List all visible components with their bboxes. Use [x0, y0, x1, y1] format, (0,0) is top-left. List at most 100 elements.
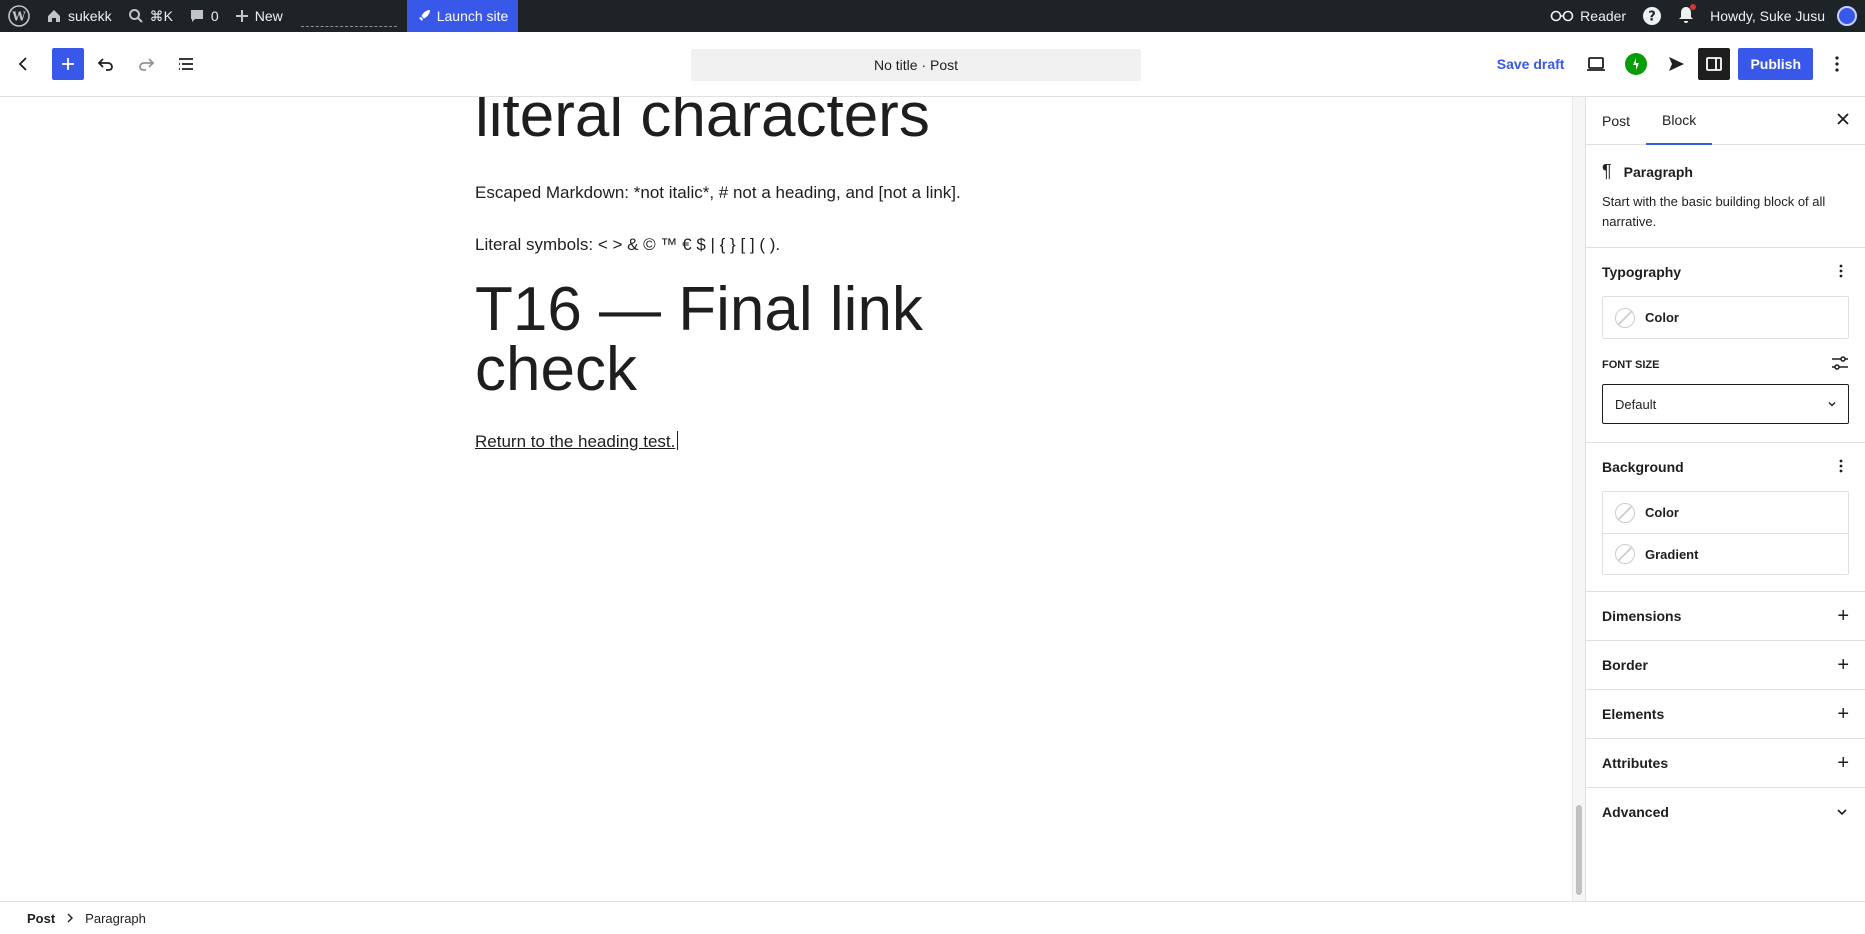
save-draft-button[interactable]: Save draft [1487, 56, 1575, 72]
preview-button[interactable] [1578, 46, 1614, 82]
heading-block[interactable]: T16 — Final link check [475, 279, 1035, 401]
plus-icon [62, 58, 74, 70]
background-gradient-button[interactable]: Gradient [1603, 533, 1848, 574]
document-title-bar[interactable]: No title · Post [691, 49, 1141, 81]
wordpress-logo-icon[interactable]: W [0, 0, 38, 32]
chevron-left-icon [18, 57, 27, 71]
font-size-label: Font size [1602, 358, 1660, 371]
launch-site-button[interactable]: Launch site [406, 0, 519, 32]
text-color-label: Color [1645, 310, 1679, 325]
block-breadcrumb: Post Paragraph [0, 901, 1865, 934]
desktop-icon [1587, 57, 1606, 71]
background-panel: Background Color Gradient [1586, 443, 1865, 592]
typography-options-button[interactable] [1833, 263, 1849, 282]
svg-text:W: W [11, 10, 26, 24]
chevron-down-icon[interactable] [1835, 805, 1849, 819]
elements-title: Elements [1602, 706, 1665, 722]
howdy-label: Howdy, Suke Jusu [1710, 8, 1825, 24]
search-icon [128, 9, 143, 23]
comments-link[interactable]: 0 [181, 0, 227, 32]
close-sidebar-button[interactable] [1833, 109, 1853, 134]
font-size-value: Default [1615, 396, 1657, 412]
plus-icon[interactable]: + [1837, 704, 1849, 724]
more-vertical-icon [1839, 459, 1843, 472]
adminbar-search-field[interactable] [300, 5, 397, 27]
admin-bar: W sukekk ⌘K 0 New Launch site Reader ? H… [0, 0, 1865, 32]
publish-button[interactable]: Publish [1738, 48, 1813, 80]
more-vertical-icon [1839, 264, 1843, 277]
border-title: Border [1602, 657, 1648, 673]
editor-header: No title · Post Save draft Publish [0, 32, 1865, 97]
svg-text:?: ? [1648, 10, 1656, 25]
canvas-scrollbar[interactable] [1572, 97, 1585, 901]
redo-button[interactable] [128, 46, 164, 82]
attributes-panel[interactable]: Attributes + [1586, 739, 1865, 788]
plus-icon[interactable]: + [1837, 655, 1849, 675]
paragraph-link[interactable]: Return to the heading test. [475, 432, 675, 451]
block-inserter-button[interactable] [52, 48, 84, 80]
plus-icon[interactable]: + [1837, 606, 1849, 626]
breadcrumb-post[interactable]: Post [27, 911, 55, 926]
adminbar-right: Reader ? Howdy, Suke Jusu [1542, 0, 1865, 32]
comment-icon [190, 10, 203, 22]
send-icon [1669, 57, 1685, 71]
scrollbar-thumb[interactable] [1576, 805, 1582, 895]
paragraph-block[interactable]: Literal symbols: < > & © ™ € $ | { } [ ]… [475, 235, 780, 255]
editor-canvas[interactable]: literal characters Escaped Markdown: *no… [0, 97, 1585, 901]
redo-icon [139, 58, 155, 71]
new-content-link[interactable]: New [227, 0, 291, 32]
tab-block[interactable]: Block [1646, 97, 1713, 145]
advanced-title: Advanced [1602, 804, 1669, 820]
undo-icon [97, 58, 113, 71]
launch-label: Launch site [436, 8, 509, 24]
notification-dot [1690, 3, 1697, 10]
header-actions: Save draft Publish [1487, 46, 1865, 82]
background-color-button[interactable]: Color [1603, 492, 1848, 533]
typography-color-box: Color [1602, 296, 1849, 339]
breadcrumb-paragraph[interactable]: Paragraph [85, 911, 146, 926]
heading-block[interactable]: literal characters [475, 97, 930, 149]
font-size-select[interactable]: Default [1602, 384, 1849, 424]
advanced-panel[interactable]: Advanced [1586, 788, 1865, 836]
command-search[interactable]: ⌘K [120, 0, 181, 32]
text-color-button[interactable]: Color [1603, 297, 1848, 338]
site-name-link[interactable]: sukekk [38, 0, 120, 32]
more-vertical-icon [1835, 56, 1839, 72]
options-menu-button[interactable] [1819, 46, 1855, 82]
home-icon [48, 10, 60, 22]
sidebar-tabs: Post Block [1586, 97, 1865, 145]
list-view-icon [179, 58, 193, 70]
plus-icon[interactable]: + [1837, 753, 1849, 773]
undo-button[interactable] [88, 46, 124, 82]
help-link[interactable]: ? [1634, 0, 1670, 32]
settings-toggle-button[interactable] [1698, 48, 1731, 80]
notifications-link[interactable] [1670, 0, 1702, 32]
new-label: New [254, 8, 283, 24]
background-options-button[interactable] [1833, 458, 1849, 477]
border-panel[interactable]: Border + [1586, 641, 1865, 690]
back-button[interactable] [6, 46, 42, 82]
rocket-icon [418, 10, 430, 21]
dimensions-panel[interactable]: Dimensions + [1586, 592, 1865, 641]
close-icon [1837, 113, 1849, 125]
elements-panel[interactable]: Elements + [1586, 690, 1865, 739]
settings-sidebar: Post Block ¶ Paragraph Start with the ba… [1585, 97, 1865, 901]
empty-swatch-icon [1615, 307, 1635, 328]
jetpack-button[interactable] [1618, 46, 1654, 82]
chevron-down-icon [1828, 402, 1836, 407]
paragraph-icon: ¶ [1602, 161, 1612, 181]
text-caret [677, 431, 679, 450]
account-menu[interactable]: Howdy, Suke Jusu [1702, 0, 1865, 32]
custom-size-button[interactable] [1831, 355, 1849, 374]
send-button[interactable] [1658, 46, 1694, 82]
empty-swatch-icon [1615, 502, 1635, 523]
jetpack-icon [1625, 53, 1648, 75]
paragraph-block[interactable]: Escaped Markdown: *not italic*, # not a … [475, 183, 961, 203]
tab-post[interactable]: Post [1586, 97, 1646, 145]
reader-link[interactable]: Reader [1542, 0, 1634, 32]
document-overview-button[interactable] [168, 46, 204, 82]
avatar [1837, 6, 1857, 26]
block-name: Paragraph [1623, 163, 1693, 180]
selected-paragraph-block[interactable]: Return to the heading test. [475, 431, 679, 452]
glasses-icon [1550, 10, 1574, 22]
